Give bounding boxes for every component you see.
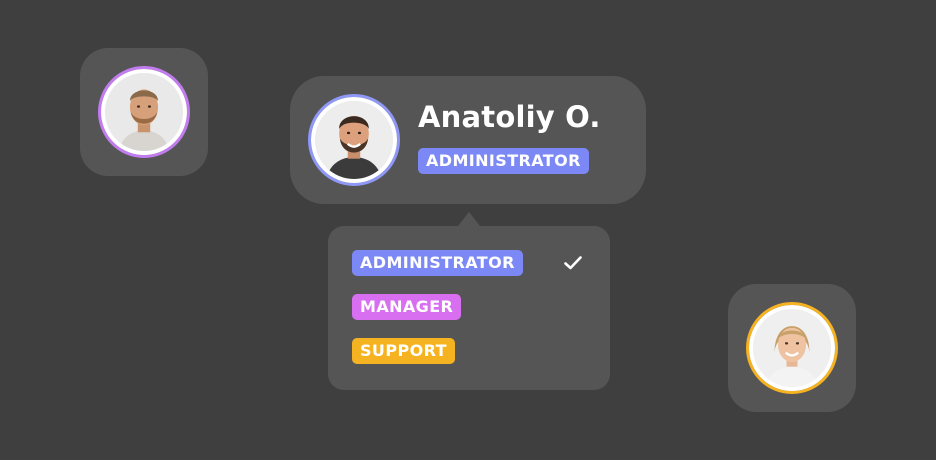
user-avatar-card-left[interactable] (80, 48, 208, 176)
user-avatar-card-right[interactable] (728, 284, 856, 412)
user-name: Anatoliy O. (418, 100, 601, 134)
role-dropdown: ADMINISTRATOR MANAGER SUPPORT (328, 226, 610, 390)
avatar-ring (308, 94, 400, 186)
avatar (749, 305, 835, 391)
man-portrait-icon (105, 73, 183, 151)
check-icon (564, 256, 582, 270)
dropdown-pointer (458, 212, 480, 226)
role-option-label: SUPPORT (352, 338, 455, 364)
role-badge[interactable]: ADMINISTRATOR (418, 148, 589, 174)
man-portrait-icon (315, 101, 393, 179)
woman-portrait-icon (753, 309, 831, 387)
role-option-support[interactable]: SUPPORT (352, 338, 455, 364)
avatar-ring (98, 66, 190, 158)
role-option-manager[interactable]: MANAGER (352, 294, 462, 320)
role-option-label: MANAGER (352, 294, 462, 320)
role-option-administrator[interactable]: ADMINISTRATOR (352, 250, 523, 276)
role-option-label: ADMINISTRATOR (352, 250, 523, 276)
profile-card: Anatoliy O. ADMINISTRATOR (290, 76, 646, 204)
avatar (311, 97, 397, 183)
avatar-ring (746, 302, 838, 394)
avatar (101, 69, 187, 155)
